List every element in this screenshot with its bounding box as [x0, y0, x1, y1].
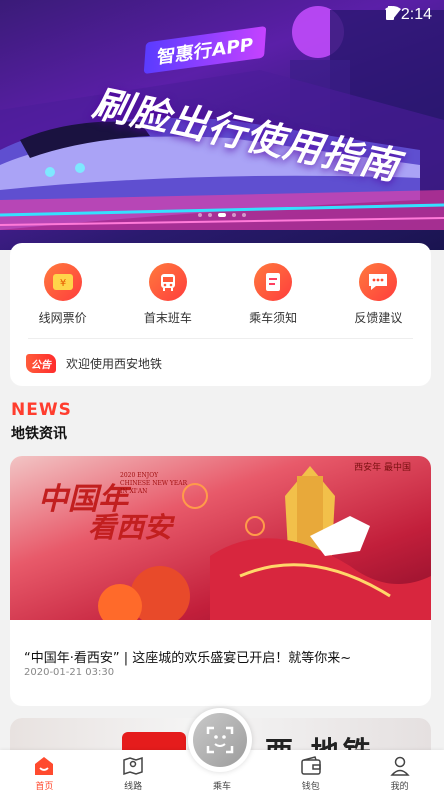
tab-profile[interactable]: 我的 [360, 755, 440, 792]
notice-doc-icon [254, 263, 293, 301]
menu-label: 首末班车 [143, 311, 192, 325]
cover-text: 看西安 [88, 511, 173, 544]
menu-item-feedback[interactable]: 反馈建议 [328, 263, 428, 326]
bus-icon [148, 263, 187, 301]
carousel-dot[interactable] [198, 213, 202, 217]
tab-label: 钱包 [301, 782, 320, 792]
face-scan-button[interactable] [188, 708, 252, 772]
article-title[interactable]: “中国年·看西安” | 这座城的欢乐盛宴已开启！就等你来~ [24, 647, 420, 666]
cover-logo: 西安年 最中国 [354, 463, 411, 473]
announcement[interactable]: 公告 欢迎使用西安地铁 [26, 354, 162, 373]
status-time: 2:14 [400, 6, 432, 23]
tab-label: 线路 [124, 782, 143, 792]
carousel-dot[interactable] [232, 213, 236, 217]
tab-label: 首页 [35, 782, 54, 792]
menu-label: 乘车须知 [249, 311, 298, 325]
tab-routes[interactable]: 线路 [93, 755, 173, 792]
quick-menu-card: ¥ 线网票价 首末班车 乘车须知 反馈建议 公告 欢迎使用西安地铁 [10, 243, 431, 386]
carousel-dot-active[interactable] [218, 213, 226, 217]
chat-feedback-icon [359, 263, 398, 301]
quick-menu: ¥ 线网票价 首末班车 乘车须知 反馈建议 [10, 243, 431, 326]
news-heading-cn: 地铁资讯 [11, 426, 67, 442]
map-route-icon [93, 755, 173, 777]
user-icon [360, 755, 440, 777]
announcement-text: 欢迎使用西安地铁 [66, 357, 163, 371]
status-bar: 2:14 [384, 6, 432, 24]
tab-label: 乘车 [212, 782, 231, 792]
article-date: 2020-01-21 03:30 [24, 667, 115, 678]
article-cover-image: 中国年 看西安 2020 ENJOY CHINESE NEW YEAR IN X… [10, 456, 431, 620]
menu-item-riding-notice[interactable]: 乘车须知 [223, 263, 323, 326]
tab-wallet[interactable]: 钱包 [271, 755, 351, 792]
carousel-dot[interactable] [208, 213, 212, 217]
carousel-indicator [0, 213, 444, 217]
menu-item-ticket-price[interactable]: ¥ 线网票价 [13, 263, 113, 326]
carousel-dot[interactable] [242, 213, 246, 217]
menu-label: 反馈建议 [354, 311, 403, 325]
face-scan-icon [193, 713, 247, 767]
divider [28, 338, 413, 339]
announcement-badge: 公告 [26, 354, 56, 373]
tab-label: 我的 [390, 782, 409, 792]
svg-text:¥: ¥ [59, 278, 65, 289]
menu-label: 线网票价 [38, 311, 87, 325]
hero-banner[interactable]: 2:14 智惠行APP 刷脸出行使用指南 [0, 0, 444, 250]
ticket-price-icon: ¥ [43, 263, 82, 301]
wallet-icon [271, 755, 351, 777]
news-article-card[interactable]: 中国年 看西安 2020 ENJOY CHINESE NEW YEAR IN X… [10, 456, 431, 706]
home-icon [4, 755, 84, 777]
news-heading-en: NEWS [11, 400, 72, 420]
tab-home[interactable]: 首页 [4, 755, 84, 792]
menu-item-first-last-train[interactable]: 首末班车 [118, 263, 218, 326]
cover-text-en: 2020 ENJOY CHINESE NEW YEAR IN XI'AN [120, 472, 188, 495]
